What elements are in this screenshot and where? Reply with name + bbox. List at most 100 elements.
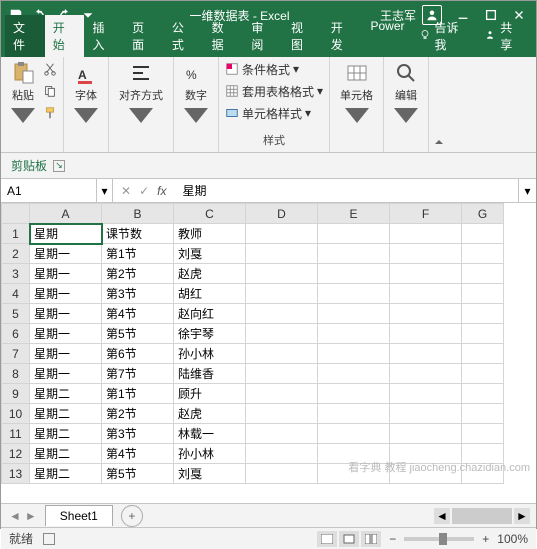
cell[interactable] [462, 424, 504, 444]
cell[interactable] [462, 304, 504, 324]
menu-tab-2[interactable]: 插入 [84, 15, 124, 57]
cell[interactable]: 星期二 [30, 424, 102, 444]
cell[interactable]: 孙小林 [174, 344, 246, 364]
cell[interactable]: 赵虎 [174, 404, 246, 424]
cell[interactable] [462, 224, 504, 244]
menu-tab-8[interactable]: 开发 [323, 15, 363, 57]
sheet-nav-next-icon[interactable]: ► [25, 509, 37, 523]
cell[interactable]: 星期 [30, 224, 102, 244]
cell[interactable]: 星期一 [30, 324, 102, 344]
cell[interactable] [318, 284, 390, 304]
cell[interactable] [462, 264, 504, 284]
name-box[interactable] [1, 179, 97, 202]
alignment-button[interactable]: 对齐方式 [115, 59, 167, 131]
cell[interactable] [318, 304, 390, 324]
cell[interactable]: 第3节 [102, 284, 174, 304]
cell[interactable]: 赵虎 [174, 264, 246, 284]
cell[interactable] [390, 444, 462, 464]
menu-tab-4[interactable]: 公式 [164, 15, 204, 57]
worksheet-grid[interactable]: ABCDEFG1星期课节数教师2星期一第1节刘戛3星期一第2节赵虎4星期一第3节… [1, 203, 536, 503]
cell[interactable]: 第6节 [102, 344, 174, 364]
cell[interactable]: 第2节 [102, 264, 174, 284]
cell[interactable]: 星期一 [30, 244, 102, 264]
cell[interactable]: 星期一 [30, 364, 102, 384]
cells-button[interactable]: 单元格 [336, 59, 377, 131]
row-header[interactable]: 2 [2, 244, 30, 264]
menu-tab-6[interactable]: 审阅 [243, 15, 283, 57]
cell[interactable] [462, 444, 504, 464]
cell[interactable] [390, 364, 462, 384]
name-box-dropdown-icon[interactable]: ▾ [97, 179, 113, 202]
cell[interactable]: 刘戛 [174, 244, 246, 264]
cell[interactable] [246, 364, 318, 384]
cell[interactable] [390, 344, 462, 364]
col-header[interactable]: G [462, 204, 504, 224]
expand-formula-bar-icon[interactable]: ▾ [518, 179, 536, 202]
cell[interactable] [318, 464, 390, 484]
cell[interactable]: 第4节 [102, 444, 174, 464]
tell-me[interactable]: 告诉我 [413, 15, 477, 57]
new-sheet-icon[interactable]: + [121, 505, 143, 527]
cell[interactable]: 徐宇琴 [174, 324, 246, 344]
col-header[interactable]: E [318, 204, 390, 224]
cell-styles-button[interactable]: 单元格样式 ▾ [225, 103, 323, 123]
row-header[interactable]: 9 [2, 384, 30, 404]
cell[interactable] [390, 244, 462, 264]
cell[interactable]: 星期一 [30, 264, 102, 284]
row-header[interactable]: 1 [2, 224, 30, 244]
cell[interactable]: 第1节 [102, 384, 174, 404]
col-header[interactable]: A [30, 204, 102, 224]
zoom-out-icon[interactable]: − [389, 532, 396, 546]
cell[interactable]: 第5节 [102, 464, 174, 484]
cell[interactable]: 第4节 [102, 304, 174, 324]
cell[interactable] [246, 404, 318, 424]
cell[interactable]: 星期二 [30, 384, 102, 404]
menu-tab-9[interactable]: Power [362, 15, 412, 57]
cell[interactable] [390, 224, 462, 244]
menu-tab-3[interactable]: 页面 [124, 15, 164, 57]
cell[interactable] [318, 364, 390, 384]
scroll-thumb[interactable] [452, 508, 512, 524]
cell[interactable] [390, 304, 462, 324]
cell[interactable] [246, 324, 318, 344]
page-break-view-icon[interactable] [361, 531, 381, 547]
cancel-icon[interactable]: ✕ [121, 184, 131, 198]
insert-function-icon[interactable]: fx [157, 184, 166, 198]
col-header[interactable]: D [246, 204, 318, 224]
col-header[interactable]: F [390, 204, 462, 224]
cell[interactable] [390, 284, 462, 304]
cell[interactable] [318, 424, 390, 444]
cell[interactable]: 星期一 [30, 344, 102, 364]
copy-button[interactable] [43, 81, 57, 101]
cell[interactable]: 星期一 [30, 304, 102, 324]
cell[interactable]: 星期二 [30, 464, 102, 484]
cell[interactable] [390, 424, 462, 444]
cell[interactable] [390, 404, 462, 424]
font-button[interactable]: A字体 [70, 59, 102, 131]
collapse-ribbon-icon[interactable] [429, 57, 449, 152]
paste-button[interactable]: 粘贴 [7, 59, 39, 131]
cell[interactable] [390, 264, 462, 284]
cell[interactable] [246, 444, 318, 464]
row-header[interactable]: 13 [2, 464, 30, 484]
cell[interactable] [246, 284, 318, 304]
cell[interactable] [246, 464, 318, 484]
enter-icon[interactable]: ✓ [139, 184, 149, 198]
cell[interactable] [318, 404, 390, 424]
zoom-level[interactable]: 100% [497, 532, 528, 546]
cell[interactable] [246, 384, 318, 404]
cell[interactable]: 第5节 [102, 324, 174, 344]
name-box-input[interactable] [7, 184, 67, 198]
cell[interactable] [318, 324, 390, 344]
cell[interactable] [318, 384, 390, 404]
row-header[interactable]: 12 [2, 444, 30, 464]
cell[interactable] [462, 324, 504, 344]
cell[interactable]: 教师 [174, 224, 246, 244]
cell[interactable]: 顾升 [174, 384, 246, 404]
cell[interactable]: 星期一 [30, 284, 102, 304]
cell[interactable] [462, 244, 504, 264]
cell[interactable] [246, 224, 318, 244]
cell[interactable] [462, 384, 504, 404]
format-as-table-button[interactable]: 套用表格格式 ▾ [225, 81, 323, 101]
conditional-formatting-button[interactable]: 条件格式 ▾ [225, 59, 323, 79]
